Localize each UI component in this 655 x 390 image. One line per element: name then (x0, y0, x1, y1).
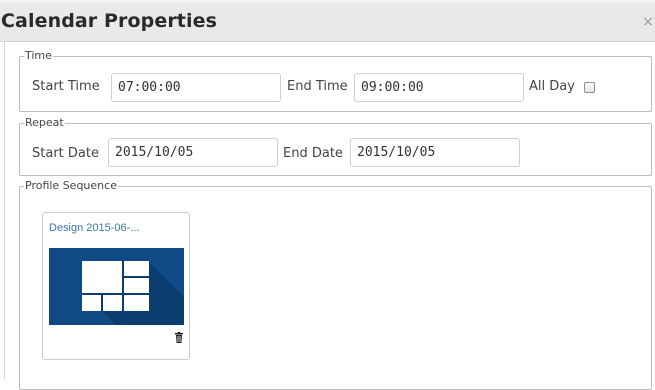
start-date-input[interactable] (108, 138, 278, 167)
end-date-label: End Date (283, 146, 343, 161)
time-legend: Time (25, 49, 52, 62)
tiles-graphic (49, 248, 184, 325)
dialog-title: Calendar Properties (1, 10, 217, 32)
close-icon[interactable]: × (641, 13, 655, 31)
start-time-label: Start Time (32, 79, 100, 94)
end-time-input[interactable] (354, 73, 524, 102)
dialog-left-border (4, 42, 5, 380)
repeat-legend: Repeat (25, 116, 64, 129)
end-date-input[interactable] (350, 138, 520, 167)
dialog-titlebar[interactable]: Calendar Properties × (0, 3, 655, 42)
trash-icon[interactable] (173, 329, 185, 343)
all-day-label: All Day (529, 79, 575, 94)
windows-tiles-icon (49, 248, 184, 325)
start-date-label: Start Date (32, 146, 99, 161)
profile-sequence-legend: Profile Sequence (25, 179, 117, 192)
profile-card-title[interactable]: Design 2015-06-... (49, 222, 140, 234)
all-day-checkbox[interactable] (584, 82, 595, 93)
start-time-input[interactable] (111, 73, 281, 102)
end-time-label: End Time (287, 79, 348, 94)
profile-card[interactable]: Design 2015-06-... (42, 212, 190, 360)
